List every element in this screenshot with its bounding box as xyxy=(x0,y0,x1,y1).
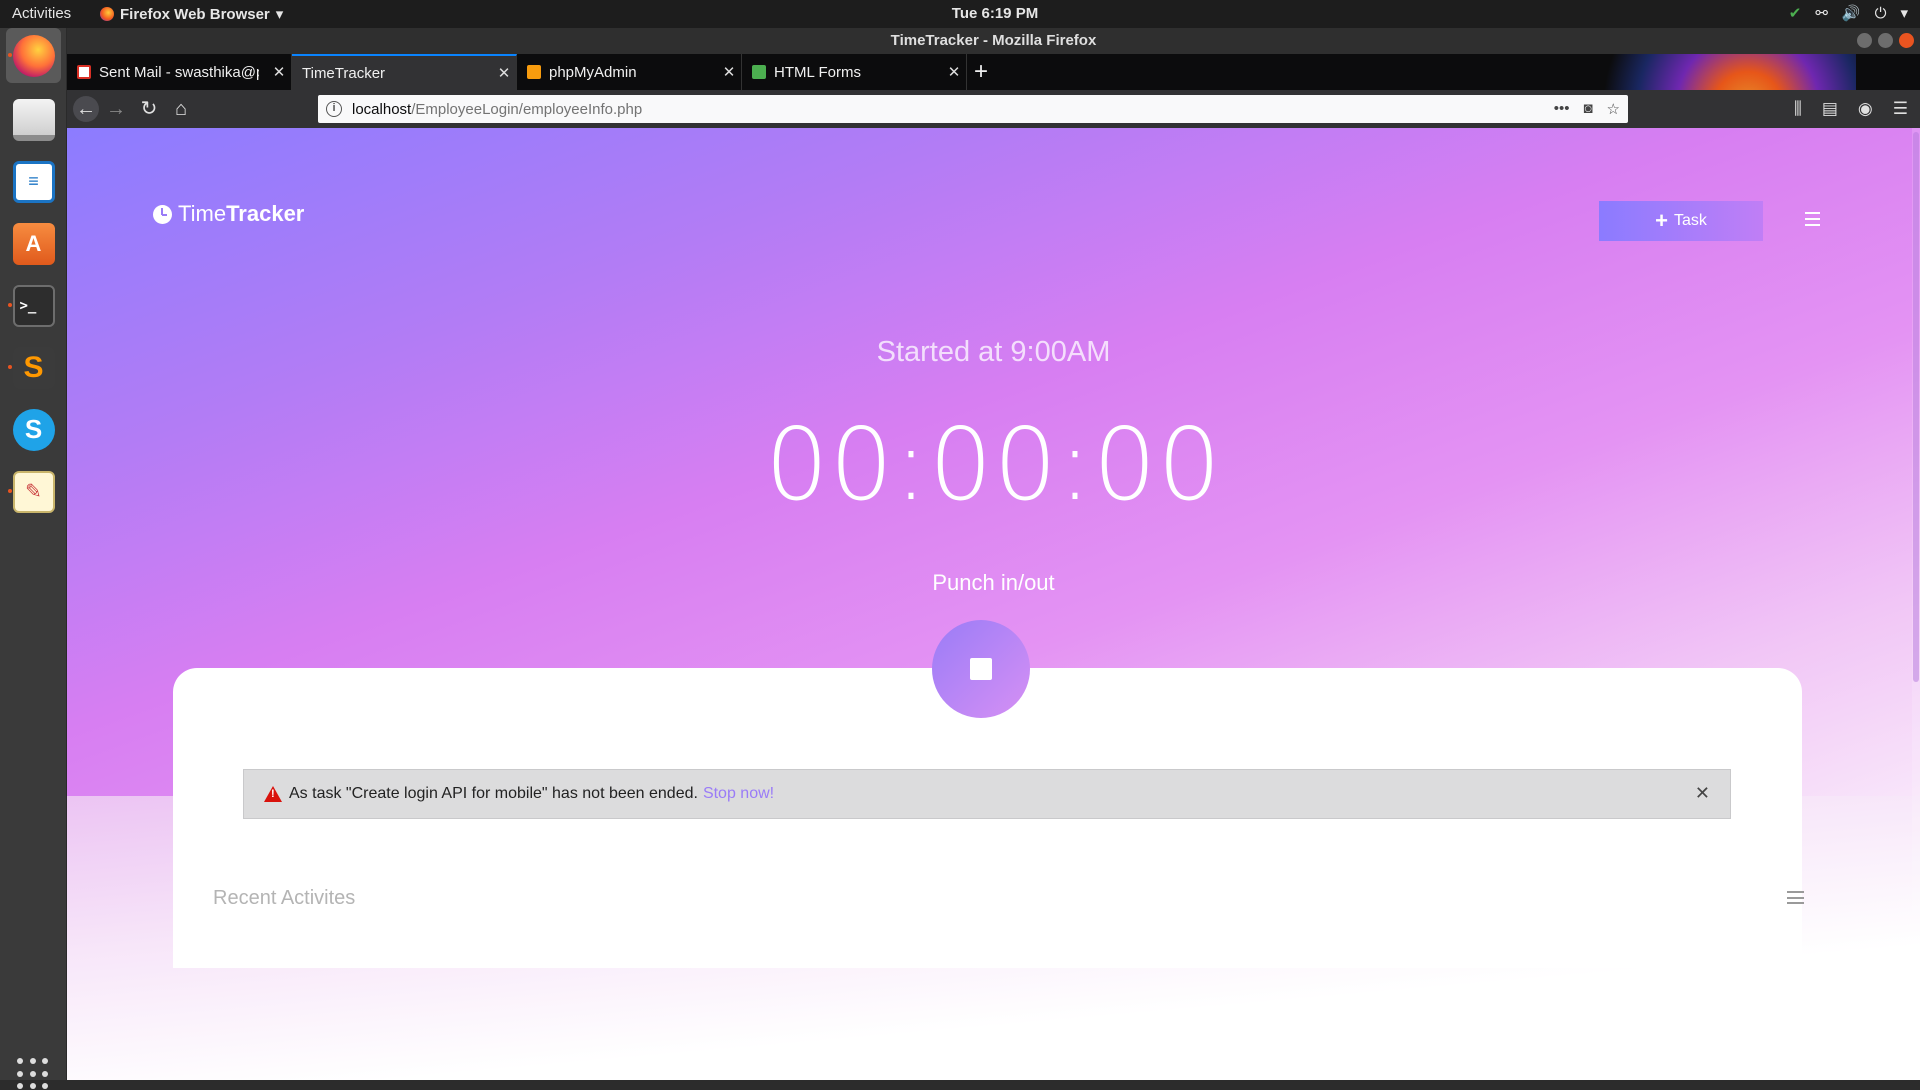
toolbar-right: ⫼ ▤ ◉ ☰ xyxy=(1794,99,1908,119)
close-tab-icon[interactable]: ✕ xyxy=(267,63,291,81)
brand-name: TimeTracker xyxy=(178,201,304,227)
site-info-icon[interactable]: i xyxy=(326,101,342,117)
punch-label: Punch in/out xyxy=(932,570,1055,595)
reload-button[interactable]: ↻ xyxy=(136,96,162,122)
firefox-icon xyxy=(12,34,55,77)
clock-icon xyxy=(153,204,172,224)
back-button[interactable]: ← xyxy=(73,96,99,122)
show-applications-icon[interactable] xyxy=(17,1058,49,1090)
pocket-icon[interactable]: ◙ xyxy=(1583,100,1592,118)
volume-icon[interactable]: 🔊 xyxy=(1842,4,1861,22)
dock-files[interactable] xyxy=(6,92,61,147)
brand-light: Time xyxy=(178,201,227,226)
add-task-label: Task xyxy=(1673,212,1707,229)
system-top-panel: Activities Firefox Web Browser ▾ Tue 6:1… xyxy=(0,0,1920,28)
tab-label: Sent Mail - swasthika@p xyxy=(99,63,259,81)
url-path: /EmployeeLogin/employeeInfo.php xyxy=(411,100,643,118)
stop-now-link[interactable]: Stop now! xyxy=(703,785,774,803)
open-menu-icon[interactable]: ☰ xyxy=(1893,99,1908,119)
page-viewport: TimeTracker + Task Started at 9:00AM 00:… xyxy=(67,128,1920,1080)
libreoffice-writer-icon: ≡ xyxy=(12,160,55,203)
window-title: TimeTracker - Mozilla Firefox xyxy=(890,32,1097,49)
menu-icon[interactable] xyxy=(1805,212,1820,226)
tab-sent-mail[interactable]: Sent Mail - swasthika@p ✕ xyxy=(67,54,292,90)
close-window-button[interactable] xyxy=(1899,33,1914,48)
account-icon[interactable]: ◉ xyxy=(1858,99,1873,119)
brand-bold: Tracker xyxy=(226,201,305,226)
text-editor-icon: ✎ xyxy=(12,470,55,513)
maximize-button[interactable] xyxy=(1878,33,1893,48)
launcher-dock: ≡ A >_ S S ✎ xyxy=(0,28,67,1090)
running-indicator xyxy=(8,489,12,493)
network-icon[interactable]: ⚯ xyxy=(1815,4,1828,22)
home-button[interactable]: ⌂ xyxy=(168,96,194,122)
minimize-button[interactable] xyxy=(1857,33,1872,48)
files-icon xyxy=(12,98,55,141)
sublime-text-icon: S xyxy=(12,346,55,389)
forward-button[interactable]: → xyxy=(103,96,129,122)
tab-timetracker[interactable]: TimeTracker ✕ xyxy=(292,54,517,90)
recent-activities-title: Recent Activites xyxy=(213,887,356,909)
brand-logo[interactable]: TimeTracker xyxy=(153,201,304,227)
dock-firefox[interactable] xyxy=(6,28,61,83)
window-controls xyxy=(1857,33,1914,48)
running-indicator xyxy=(8,303,12,307)
tab-phpmyadmin[interactable]: phpMyAdmin ✕ xyxy=(517,54,742,90)
stop-icon xyxy=(970,658,992,680)
filter-settings-icon[interactable] xyxy=(1787,891,1804,904)
url-host: localhost xyxy=(352,100,412,118)
add-task-button[interactable]: + Task xyxy=(1599,201,1763,241)
tab-html-forms[interactable]: HTML Forms ✕ xyxy=(742,54,967,90)
running-indicator xyxy=(8,53,12,57)
dock-text-editor[interactable]: ✎ xyxy=(6,464,61,519)
skype-icon: S xyxy=(12,408,55,451)
chevron-down-icon[interactable]: ▾ xyxy=(1900,4,1908,22)
dock-writer[interactable]: ≡ xyxy=(6,154,61,209)
scrollbar-thumb[interactable] xyxy=(1913,132,1919,682)
update-notifier-icon[interactable]: ✔ xyxy=(1789,4,1802,22)
navigation-toolbar: ← → ↻ ⌂ i localhost /EmployeeLogin/emplo… xyxy=(67,90,1920,128)
page-actions-icon[interactable]: ••• xyxy=(1554,100,1570,118)
phpmyadmin-icon xyxy=(527,65,541,79)
unfinished-task-alert: As task "Create login API for mobile" ha… xyxy=(243,769,1731,819)
new-tab-button[interactable]: + xyxy=(967,58,995,86)
running-indicator xyxy=(8,365,12,369)
library-icon[interactable]: ⫼ xyxy=(1794,99,1802,119)
tab-label: HTML Forms xyxy=(774,63,861,81)
bookmark-star-icon[interactable]: ☆ xyxy=(1607,100,1620,118)
dock-terminal[interactable]: >_ xyxy=(6,278,61,333)
alert-message: As task "Create login API for mobile" ha… xyxy=(289,785,698,802)
tab-label: TimeTracker xyxy=(302,64,386,82)
url-bar[interactable]: i localhost /EmployeeLogin/employeeInfo.… xyxy=(318,95,1628,123)
window-titlebar: TimeTracker - Mozilla Firefox xyxy=(67,28,1920,54)
system-clock[interactable]: Tue 6:19 PM xyxy=(0,5,1920,22)
close-tab-icon[interactable]: ✕ xyxy=(492,64,516,82)
close-tab-icon[interactable]: ✕ xyxy=(942,63,966,81)
plus-icon: + xyxy=(1655,208,1668,233)
punch-stop-button[interactable] xyxy=(932,620,1030,718)
warning-icon xyxy=(264,786,282,802)
page-scrollbar[interactable] xyxy=(1912,128,1920,1080)
dock-sublime[interactable]: S xyxy=(6,340,61,395)
power-icon[interactable]: ⏻ xyxy=(1875,5,1887,22)
elapsed-timer: 00:00:00 xyxy=(764,406,1223,523)
software-center-icon: A xyxy=(12,222,55,265)
dock-software-center[interactable]: A xyxy=(6,216,61,271)
sidebar-icon[interactable]: ▤ xyxy=(1822,99,1838,119)
tab-label: phpMyAdmin xyxy=(549,63,637,81)
w3schools-icon xyxy=(752,65,766,79)
gmail-icon xyxy=(77,65,91,79)
close-tab-icon[interactable]: ✕ xyxy=(717,63,741,81)
system-tray[interactable]: ✔ ⚯ 🔊 ⏻ ▾ xyxy=(1789,4,1908,23)
terminal-icon: >_ xyxy=(12,284,55,327)
url-actions: ••• ◙ ☆ xyxy=(1554,100,1620,118)
close-alert-icon[interactable]: ✕ xyxy=(1695,783,1710,804)
dock-skype[interactable]: S xyxy=(6,402,61,457)
started-at-text: Started at 9:00AM xyxy=(876,336,1111,368)
